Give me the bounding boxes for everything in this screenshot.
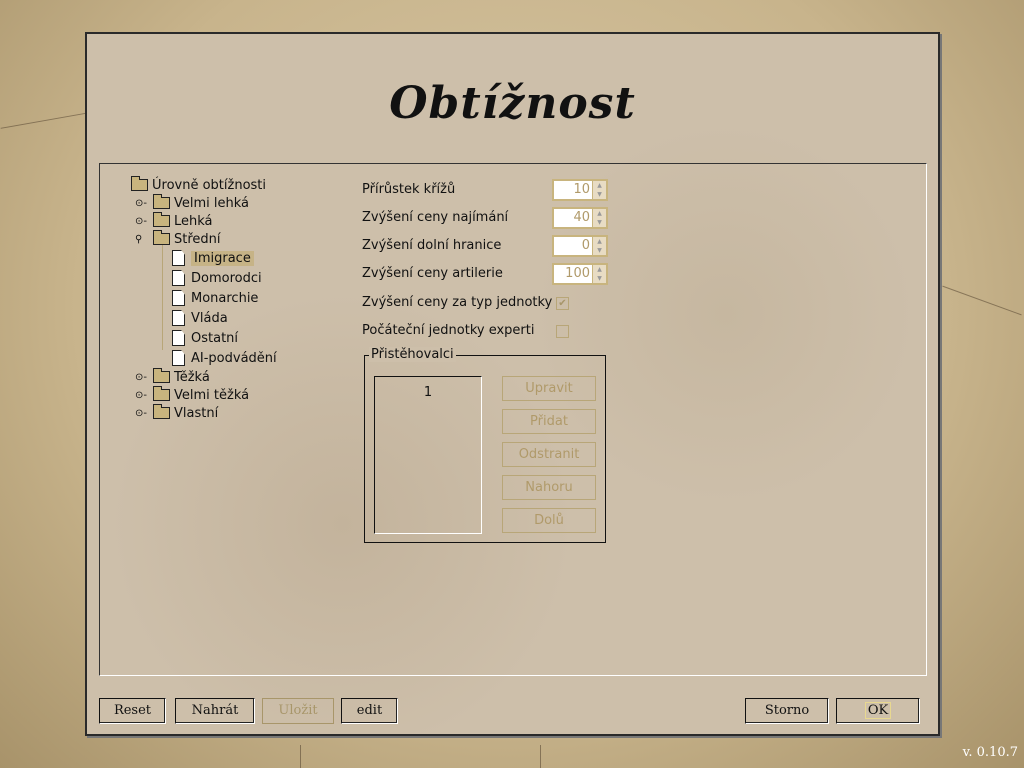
folder-icon [153, 386, 170, 401]
tree-level-label: Velmi lehká [174, 195, 250, 211]
tree-level-label: Těžká [174, 369, 210, 385]
collapse-toggle-icon[interactable]: ⚲ [135, 234, 149, 245]
ok-button[interactable]: OK [836, 698, 920, 724]
immigrant-action-button[interactable]: Upravit [502, 376, 596, 401]
option-label: Přírůstek křížů [362, 182, 456, 197]
immigrants-group-label: Přistěhovalci [369, 347, 456, 362]
tree-level-label: Lehká [174, 213, 213, 229]
immigrant-action-button[interactable]: Odstranit [502, 442, 596, 467]
reset-button[interactable]: Reset [99, 698, 166, 724]
tree-child-label: Domorodci [191, 270, 262, 286]
tree-level[interactable]: ⊙- Těžká [135, 368, 210, 386]
spinner-value[interactable]: 0 [554, 237, 592, 255]
tree-child-label: Imigrace [191, 250, 254, 266]
tree-root[interactable]: Úrovně obtížnosti [131, 176, 266, 194]
document-icon [172, 250, 185, 266]
spinner-value[interactable]: 10 [554, 181, 592, 199]
tree-level-label: Vlastní [174, 405, 219, 421]
tree-level-label: Velmi těžká [174, 387, 250, 403]
immigrant-action-button[interactable]: Nahoru [502, 475, 596, 500]
list-item[interactable]: 1 [375, 385, 481, 400]
tree-root-label: Úrovně obtížnosti [152, 177, 267, 193]
edit-button[interactable]: edit [341, 698, 398, 724]
folder-icon [153, 212, 170, 227]
expand-toggle-icon[interactable]: ⊙- [135, 390, 149, 401]
immigrant-action-button[interactable]: Dolů [502, 508, 596, 533]
immigrants-list[interactable]: 1 [374, 376, 482, 534]
folder-icon [153, 368, 170, 383]
version-label: v. 0.10.7 [962, 745, 1018, 760]
spinner-arrows-icon[interactable]: ▲ ▼ [592, 265, 606, 283]
dialog-title: Obtížnost [389, 78, 636, 129]
folder-icon [153, 404, 170, 419]
document-icon [172, 330, 185, 346]
spinner-arrows-icon[interactable]: ▲ ▼ [592, 209, 606, 227]
expand-toggle-icon[interactable]: ⊙- [135, 372, 149, 383]
save-button[interactable]: Uložit [262, 698, 334, 724]
tree-child[interactable]: Vláda [172, 309, 228, 327]
tree-child[interactable]: AI-podvádění [172, 349, 277, 367]
spinner-value[interactable]: 100 [554, 265, 592, 283]
tree-child[interactable]: Imigrace [172, 249, 254, 267]
tree-child[interactable]: Domorodci [172, 269, 262, 287]
spinner-value[interactable]: 40 [554, 209, 592, 227]
tree-level[interactable]: ⊙- Velmi těžká [135, 386, 249, 404]
expand-toggle-icon[interactable]: ⊙- [135, 216, 149, 227]
tree-child[interactable]: Ostatní [172, 329, 238, 347]
tree-child[interactable]: Monarchie [172, 289, 258, 307]
document-icon [172, 270, 185, 286]
folder-icon [153, 194, 170, 209]
option-label: Zvýšení ceny najímání [362, 210, 509, 225]
tree-child-label: Ostatní [191, 330, 239, 346]
tree-child-label: Vláda [191, 310, 228, 326]
document-icon [172, 350, 185, 366]
option-label: Zvýšení ceny za typ jednotky [362, 295, 553, 310]
immigrants-group: Přistěhovalci 1 Upravit Přidat Odstranit Na… [364, 347, 606, 543]
option-checkbox[interactable] [556, 325, 569, 338]
expand-toggle-icon[interactable]: ⊙- [135, 198, 149, 209]
tree-child-label: AI-podvádění [191, 350, 277, 366]
tree-level-label: Střední [174, 231, 221, 247]
option-spinner[interactable]: 40 ▲ ▼ [552, 207, 608, 229]
option-label: Zvýšení ceny artilerie [362, 266, 503, 281]
folder-icon [131, 176, 148, 191]
option-spinner[interactable]: 0 ▲ ▼ [552, 235, 608, 257]
difficulty-dialog: Obtížnost Úrovně obtížnosti ⊙- Velmi lehk… [85, 32, 940, 736]
tree-level[interactable]: ⊙- Vlastní [135, 404, 218, 422]
document-icon [172, 310, 185, 326]
cancel-button[interactable]: Storno [745, 698, 829, 724]
ok-label: OK [864, 702, 892, 719]
tree-level[interactable]: ⊙- Lehká [135, 212, 213, 230]
option-spinner[interactable]: 100 ▲ ▼ [552, 263, 608, 285]
folder-icon [153, 230, 170, 245]
spinner-arrows-icon[interactable]: ▲ ▼ [592, 181, 606, 199]
immigrant-action-button[interactable]: Přidat [502, 409, 596, 434]
option-checkbox[interactable]: ✔ [556, 297, 569, 310]
load-button[interactable]: Nahrát [175, 698, 255, 724]
option-label: Počáteční jednotky experti [362, 323, 535, 338]
spinner-arrows-icon[interactable]: ▲ ▼ [592, 237, 606, 255]
tree-level[interactable]: ⚲ Střední [135, 230, 221, 248]
tree-child-label: Monarchie [191, 290, 259, 306]
options-panel: Úrovně obtížnosti ⊙- Velmi lehká ⊙- Lehká ⚲ S… [99, 163, 927, 676]
option-label: Zvýšení dolní hranice [362, 238, 502, 253]
option-spinner[interactable]: 10 ▲ ▼ [552, 179, 608, 201]
tree-level[interactable]: ⊙- Velmi lehká [135, 194, 249, 212]
document-icon [172, 290, 185, 306]
expand-toggle-icon[interactable]: ⊙- [135, 408, 149, 419]
